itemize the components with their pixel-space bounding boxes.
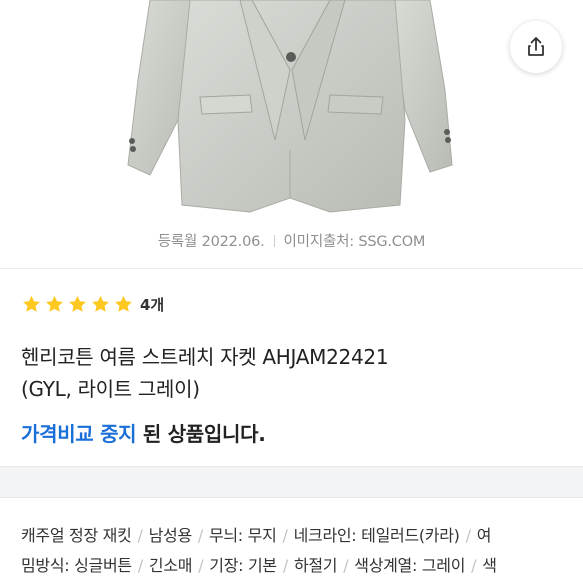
spec-separator: / bbox=[343, 556, 349, 575]
review-count[interactable]: 4개 bbox=[140, 294, 164, 315]
star-icon bbox=[92, 295, 109, 312]
star-rating bbox=[21, 294, 134, 315]
spec-list: 캐주얼 정장 재킷 / 남성용 / 무늬: 무지 / 네크라인: 테일러드(카라) / 여 밈방… bbox=[21, 521, 583, 581]
rating[interactable]: 4개 bbox=[21, 293, 164, 315]
product-title-line2: (GYL, 라이트 그레이) bbox=[21, 377, 200, 401]
spec-item: 남성용 bbox=[148, 526, 193, 545]
spec-item: 무늬: 무지 bbox=[208, 526, 277, 545]
product-title: 헨리코튼 여름 스트레치 자켓 AHJAM22421 (GYL, 라이트 그레이… bbox=[21, 341, 561, 405]
share-icon bbox=[528, 37, 544, 56]
product-detail-page: 등록월 2022.06. 이미지출처: SSG.COM 4개 헨리코튼 여름 스트… bbox=[0, 0, 583, 583]
spec-item: 네크라인: 테일러드(카라) bbox=[293, 526, 460, 545]
share-button[interactable] bbox=[510, 21, 562, 73]
spec-separator: / bbox=[137, 526, 143, 545]
price-compare-notice: 가격비교 중지 된 상품입니다. bbox=[21, 418, 266, 447]
spec-item: 긴소매 bbox=[148, 556, 193, 575]
registration-date: 등록월 2022.06. bbox=[157, 234, 265, 250]
spec-line-1: 캐주얼 정장 재킷 / 남성용 / 무늬: 무지 / 네크라인: 테일러드(카라) / 여 bbox=[21, 521, 583, 551]
image-source: 이미지출처: SSG.COM bbox=[283, 234, 426, 250]
section-divider-band bbox=[0, 466, 583, 498]
spec-separator: / bbox=[282, 526, 288, 545]
jacket-photo bbox=[127, 0, 453, 213]
star-icon bbox=[23, 295, 40, 312]
star-icon bbox=[46, 295, 63, 312]
spec-item: 색 bbox=[482, 556, 497, 575]
spec-separator: / bbox=[282, 556, 288, 575]
spec-item: 여 bbox=[476, 526, 492, 545]
product-image[interactable] bbox=[0, 0, 583, 222]
spec-item: 밈방식: 싱글버튼 bbox=[21, 556, 132, 575]
star-icon bbox=[115, 295, 132, 312]
spec-item: 기장: 기본 bbox=[209, 556, 277, 575]
spec-item: 캐주얼 정장 재킷 bbox=[21, 526, 132, 545]
spec-line-2: 밈방식: 싱글버튼 / 긴소매 / 기장: 기본 / 하절기 / 색상계열: 그레이 / 색 bbox=[21, 551, 583, 581]
spec-item: 하절기 bbox=[293, 556, 338, 575]
image-caption: 등록월 2022.06. 이미지출처: SSG.COM bbox=[0, 230, 583, 251]
star-icon bbox=[69, 295, 86, 312]
spec-separator: / bbox=[465, 526, 471, 545]
divider bbox=[0, 268, 583, 269]
spec-separator: / bbox=[198, 556, 204, 575]
notice-text: 된 상품입니다. bbox=[136, 422, 266, 446]
spec-separator: / bbox=[197, 526, 203, 545]
spec-separator: / bbox=[471, 556, 477, 575]
spec-item: 색상계열: 그레이 bbox=[354, 556, 466, 575]
caption-separator bbox=[273, 235, 275, 247]
product-title-line1: 헨리코튼 여름 스트레치 자켓 AHJAM22421 bbox=[21, 345, 389, 369]
spec-separator: / bbox=[137, 556, 143, 575]
notice-highlight: 가격비교 중지 bbox=[21, 422, 137, 446]
